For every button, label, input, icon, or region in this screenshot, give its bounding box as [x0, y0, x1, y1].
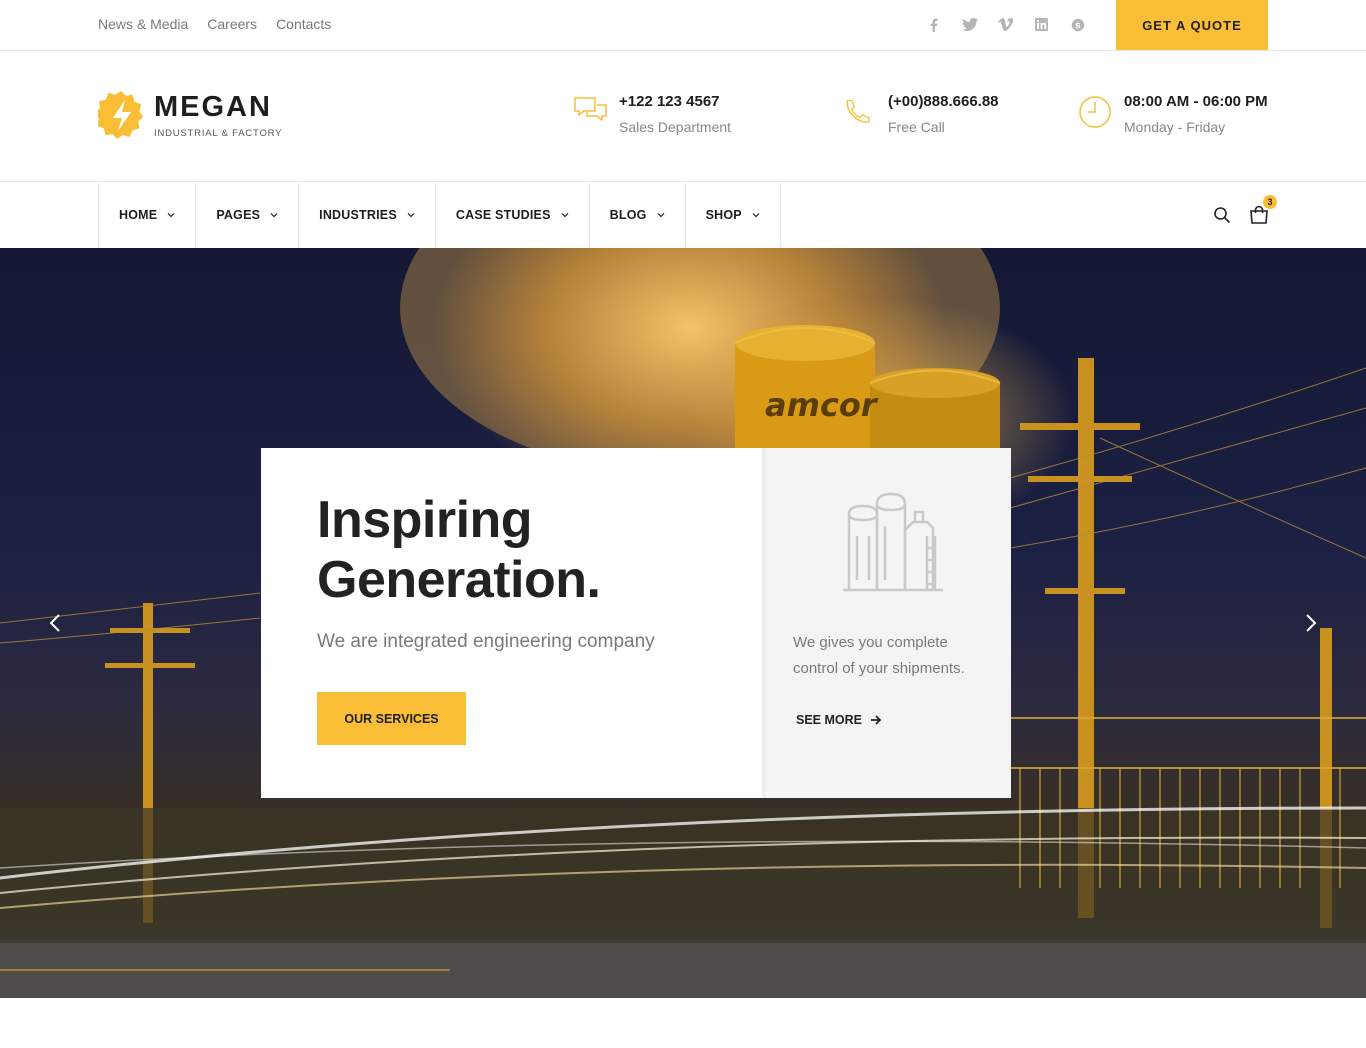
skype-icon[interactable] — [1068, 15, 1087, 34]
chevron-down-icon — [657, 213, 664, 218]
top-link-news-media[interactable]: News & Media — [98, 16, 188, 32]
chevron-down-icon — [270, 213, 278, 218]
clock-icon — [1079, 96, 1111, 128]
facebook-icon[interactable] — [924, 15, 943, 34]
logo[interactable]: MEGAN INDUSTRIAL & FACTORY — [98, 90, 282, 140]
main-navbar: HOME PAGES INDUSTRIES CASE STUDIES BLOG … — [0, 181, 1366, 248]
hero-side-card: We gives you complete control of your sh… — [762, 448, 1011, 798]
logo-text: MEGAN INDUSTRIAL & FACTORY — [154, 92, 282, 139]
nav-item-home[interactable]: HOME — [99, 182, 197, 248]
get-a-quote-button[interactable]: GET A QUOTE — [1116, 0, 1268, 50]
chevron-down-icon — [561, 213, 569, 218]
hero-card: Inspiring Generation. We are integrated … — [261, 448, 762, 798]
nav-item-blog[interactable]: BLOG — [590, 182, 686, 248]
hero-headline: Inspiring Generation. — [317, 490, 601, 610]
nav-item-pages[interactable]: PAGES — [196, 182, 300, 248]
nav-item-shop[interactable]: SHOP — [686, 182, 781, 248]
brand-tagline: INDUSTRIAL & FACTORY — [154, 127, 283, 139]
hero-side-text: We gives you complete control of your sh… — [793, 634, 965, 677]
chevron-down-icon — [752, 213, 760, 218]
nav-item-case-studies[interactable]: CASE STUDIES — [436, 182, 590, 248]
brand-name: MEGAN — [154, 90, 272, 123]
top-bar: News & Media Careers Contacts GET A QUOT… — [0, 0, 1366, 51]
chevron-down-icon — [407, 213, 415, 218]
hero-slider: amcor Inspiring Generation. We are integ… — [0, 248, 1366, 998]
sales-label: Sales Department — [619, 119, 732, 135]
hero-headline-line-1: Inspiring — [317, 491, 533, 549]
chevron-down-icon — [167, 213, 175, 218]
see-more-label: SEE MORE — [796, 713, 862, 727]
our-services-button[interactable]: OUR SERVICES — [317, 692, 466, 745]
search-icon[interactable] — [1213, 206, 1231, 224]
twitter-icon[interactable] — [960, 15, 979, 34]
cart-count-badge: 3 — [1263, 195, 1277, 209]
hours-days: Monday - Friday — [1124, 119, 1226, 135]
free-call-phone: (+00)888.666.88 — [888, 93, 999, 110]
slider-next-arrow-icon[interactable] — [1303, 611, 1319, 635]
top-link-careers[interactable]: Careers — [207, 16, 257, 32]
contact-sales: +122 123 4567 Sales Department — [573, 92, 731, 135]
contact-hours: 08:00 AM - 06:00 PM Monday - Friday — [1078, 92, 1268, 135]
linkedin-icon[interactable] — [1032, 15, 1051, 34]
hero-subheading: We are integrated engineering company — [317, 631, 655, 652]
hero-headline-line-2: Generation. — [317, 551, 601, 609]
social-links — [924, 15, 1087, 34]
nav-item-label: PAGES — [216, 208, 261, 222]
slider-prev-arrow-icon[interactable] — [47, 611, 63, 635]
hours-time: 08:00 AM - 06:00 PM — [1124, 93, 1268, 110]
factory-icon — [843, 492, 943, 592]
contact-free-call: (+00)888.666.88 Free Call — [842, 92, 999, 135]
phone-icon — [846, 99, 870, 123]
nav-item-label: SHOP — [705, 208, 742, 222]
nav-menu: HOME PAGES INDUSTRIES CASE STUDIES BLOG … — [98, 182, 781, 248]
nav-item-label: HOME — [119, 208, 158, 222]
vimeo-icon[interactable] — [996, 15, 1015, 34]
see-more-link[interactable]: SEE MORE — [796, 713, 882, 727]
top-link-contacts[interactable]: Contacts — [276, 16, 331, 32]
chat-icon — [574, 97, 607, 122]
sales-phone: +122 123 4567 — [619, 93, 720, 110]
nav-item-label: CASE STUDIES — [455, 208, 551, 222]
nav-item-label: BLOG — [609, 208, 647, 222]
nav-item-label: INDUSTRIES — [319, 208, 397, 222]
free-call-label: Free Call — [888, 119, 945, 135]
gear-bolt-logo-icon — [98, 90, 144, 139]
tank-logo-text: amcor — [765, 386, 879, 424]
arrow-right-icon — [871, 715, 882, 725]
top-links: News & Media Careers Contacts — [98, 16, 331, 32]
nav-item-industries[interactable]: INDUSTRIES — [299, 182, 436, 248]
